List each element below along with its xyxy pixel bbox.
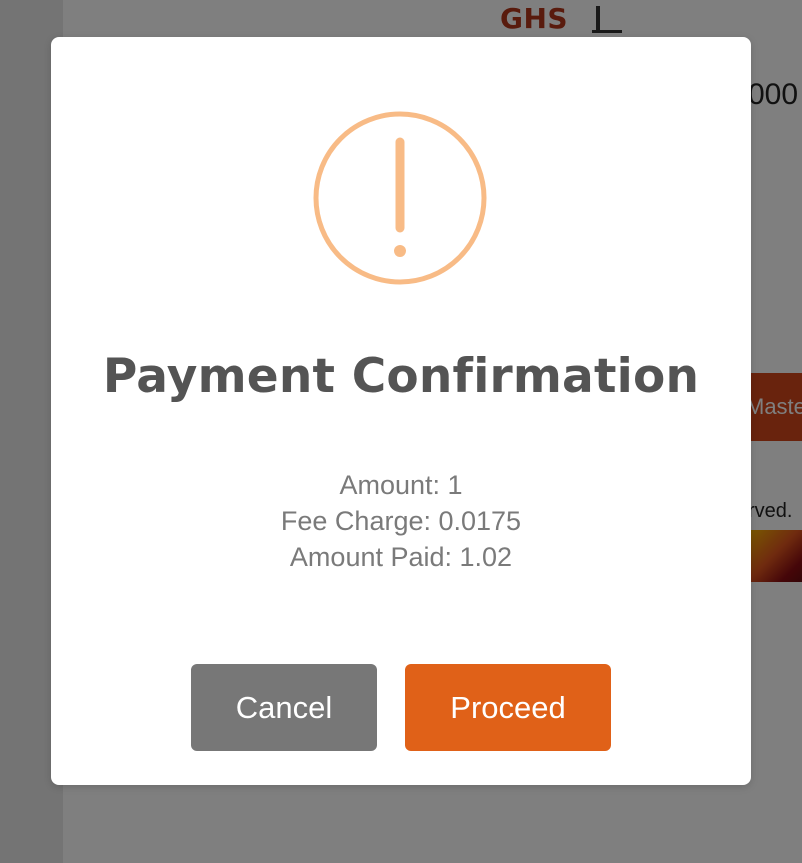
amount-paid-text: Amount Paid: 1.02 (289, 542, 513, 572)
proceed-button[interactable]: Proceed (405, 664, 611, 751)
payment-confirmation-dialog: Payment Confirmation Amount: 1 Fee Charg… (51, 37, 751, 785)
fee-charge-text: Fee Charge: 0.0175 (280, 506, 522, 536)
amount-text: Amount: 1 (339, 470, 463, 500)
payment-details: Amount: 1 Fee Charge: 0.0175 Amount Paid… (51, 467, 751, 575)
cancel-button[interactable]: Cancel (191, 664, 377, 751)
dialog-title: Payment Confirmation (102, 349, 700, 404)
exclamation-circle-icon (313, 111, 487, 285)
